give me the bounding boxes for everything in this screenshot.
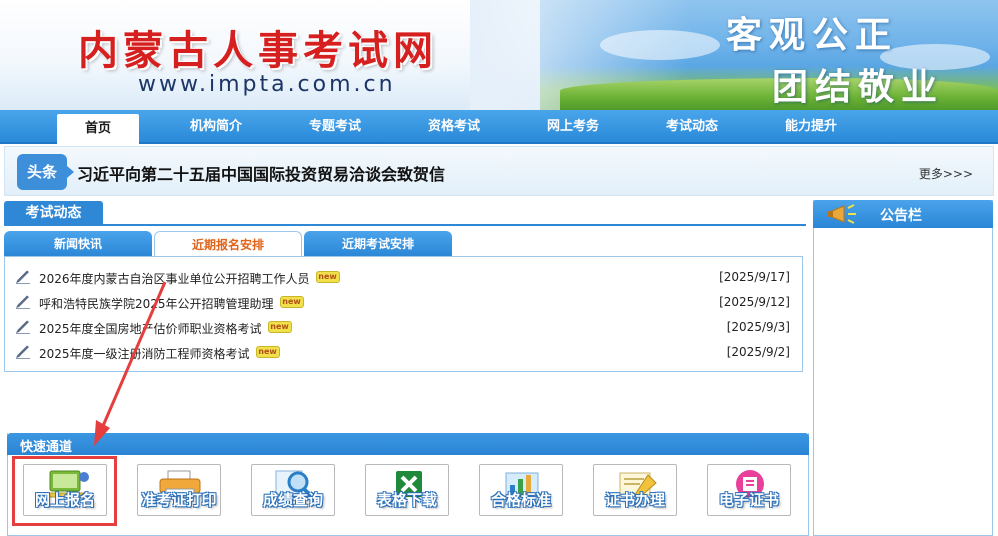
exam-news-divider — [4, 224, 806, 226]
news-title[interactable]: 呼和浩特民族学院2025年公开招聘管理助理 — [39, 297, 274, 311]
tab-recent-exams[interactable]: 近期考试安排 — [304, 231, 452, 257]
pencil-icon — [16, 320, 30, 334]
pencil-icon — [16, 345, 30, 359]
notice-title: 公告栏 — [880, 208, 922, 224]
quick-button-form-download[interactable]: 表格下载 — [365, 464, 449, 516]
banner-cloud — [600, 30, 720, 60]
page: 内蒙古人事考试网 www.impta.com.cn 客观公正 团结敬业 首页 机… — [0, 0, 998, 536]
notice-panel — [813, 200, 993, 536]
quick-button-label: 证书办理 — [604, 491, 665, 509]
headline-link[interactable]: 习近平向第二十五届中国国际投资贸易洽谈会致贺信 — [77, 161, 445, 185]
nav-item-skills[interactable]: 能力提升 — [771, 110, 851, 144]
quick-button-certificate[interactable]: 证书办理 — [593, 464, 677, 516]
news-date: [2025/9/12] — [719, 295, 790, 309]
site-banner: 内蒙古人事考试网 www.impta.com.cn 客观公正 团结敬业 — [0, 0, 998, 110]
quick-button-admission-ticket[interactable]: 准考证打印 — [137, 464, 221, 516]
headline-tag: 头条 — [17, 154, 74, 190]
site-title[interactable]: 内蒙古人事考试网 — [78, 18, 438, 76]
nav-item-special-exams[interactable]: 专题考试 — [295, 110, 375, 144]
list-item[interactable]: 2025年度一级注册消防工程师资格考试 new [2025/9/2] — [15, 342, 790, 364]
tab-news-flash[interactable]: 新闻快讯 — [4, 231, 152, 257]
quick-access-title: 快速通道 — [20, 440, 73, 455]
news-date: [2025/9/2] — [726, 345, 790, 359]
megaphone-icon — [828, 204, 856, 224]
pencil-icon — [16, 295, 30, 309]
quick-access-header — [7, 433, 809, 455]
new-badge: new — [255, 346, 280, 358]
headline-bar: 头条 习近平向第二十五届中国国际投资贸易洽谈会致贺信 更多>>> — [4, 146, 994, 196]
new-badge: new — [315, 271, 340, 283]
nav-item-qualification-exams[interactable]: 资格考试 — [414, 110, 494, 144]
list-item[interactable]: 呼和浩特民族学院2025年公开招聘管理助理 new [2025/9/12] — [15, 292, 790, 314]
news-title[interactable]: 2025年度一级注册消防工程师资格考试 — [39, 347, 250, 361]
new-badge: new — [267, 321, 292, 333]
slogan-line-1: 客观公正 — [726, 14, 899, 56]
site-url: www.impta.com.cn — [138, 72, 396, 97]
new-badge: new — [279, 296, 304, 308]
nav-item-exam-news[interactable]: 考试动态 — [652, 110, 732, 144]
quick-button-label: 准考证打印 — [141, 491, 217, 509]
news-list: 2026年度内蒙古自治区事业单位公开招聘工作人员 new [2025/9/17] … — [4, 256, 803, 372]
slogan-line-2: 团结敬业 — [772, 66, 945, 108]
tab-recent-registration[interactable]: 近期报名安排 — [154, 231, 302, 257]
list-item[interactable]: 2025年度全国房地产估价师职业资格考试 new [2025/9/3] — [15, 317, 790, 339]
nav-item-home[interactable]: 首页 — [57, 114, 139, 144]
exam-news-title: 考试动态 — [4, 201, 103, 226]
news-date: [2025/9/17] — [719, 270, 790, 284]
nav-item-online-affairs[interactable]: 网上考务 — [533, 110, 613, 144]
quick-button-label: 成绩查询 — [262, 491, 323, 509]
pencil-icon — [16, 270, 30, 284]
quick-button-label: 合格标准 — [490, 491, 551, 509]
quick-button-pass-standard[interactable]: 合格标准 — [479, 464, 563, 516]
quick-button-e-certificate[interactable]: 电子证书 — [707, 464, 791, 516]
main-nav: 首页 机构简介 专题考试 资格考试 网上考务 考试动态 能力提升 — [0, 110, 998, 144]
nav-item-about[interactable]: 机构简介 — [176, 110, 256, 144]
news-title[interactable]: 2025年度全国房地产估价师职业资格考试 — [39, 322, 262, 336]
news-date: [2025/9/3] — [726, 320, 790, 334]
headline-more-link[interactable]: 更多>>> — [919, 165, 973, 182]
quick-button-score-query[interactable]: 成绩查询 — [251, 464, 335, 516]
annotation-highlight-box — [12, 456, 117, 526]
quick-button-label: 电子证书 — [718, 491, 779, 509]
quick-button-label: 表格下载 — [376, 491, 437, 509]
list-item[interactable]: 2026年度内蒙古自治区事业单位公开招聘工作人员 new [2025/9/17] — [15, 267, 790, 289]
news-title[interactable]: 2026年度内蒙古自治区事业单位公开招聘工作人员 — [39, 272, 310, 286]
